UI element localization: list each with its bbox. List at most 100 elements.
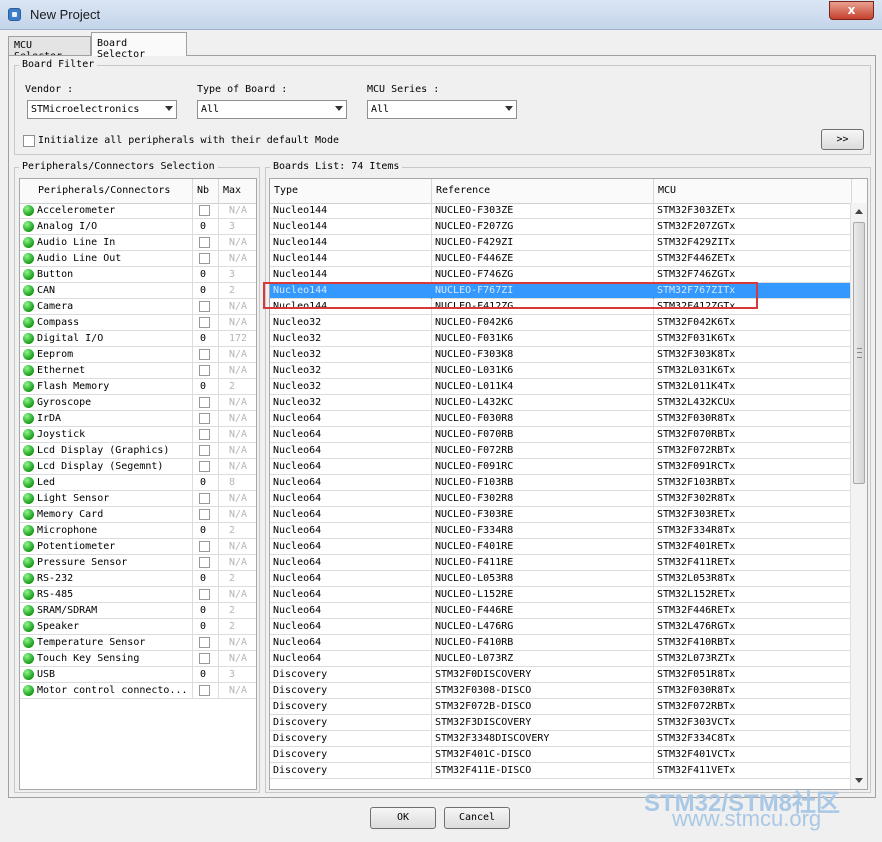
table-row[interactable]: RS-485 N/A [20,587,256,603]
table-row[interactable]: Discovery STM32F411E-DISCO STM32F411VETx [270,763,850,779]
peripheral-nb[interactable]: 0 [193,667,219,683]
boards-scrollbar[interactable] [850,203,867,789]
table-row[interactable]: Joystick N/A [20,427,256,443]
table-row[interactable]: Microphone 0 2 [20,523,256,539]
peripheral-nb[interactable]: 0 [193,603,219,619]
table-row[interactable]: Temperature Sensor N/A [20,635,256,651]
table-row[interactable]: Nucleo64 NUCLEO-F446RE STM32F446RETx [270,603,850,619]
col-mcu[interactable]: MCU [654,179,852,203]
table-row[interactable]: Nucleo64 NUCLEO-F072RB STM32F072RBTx [270,443,850,459]
peripheral-checkbox[interactable] [199,445,210,456]
peripheral-checkbox[interactable] [199,685,210,696]
table-row[interactable]: Analog I/O 0 3 [20,219,256,235]
peripheral-nb[interactable]: 0 [193,283,219,299]
table-row[interactable]: Camera N/A [20,299,256,315]
table-row[interactable]: Audio Line Out N/A [20,251,256,267]
table-row[interactable]: Lcd Display (Segemnt) N/A [20,459,256,475]
peripheral-checkbox[interactable] [199,301,210,312]
table-row[interactable]: Nucleo64 NUCLEO-F410RB STM32F410RBTx [270,635,850,651]
peripheral-nb[interactable]: 0 [193,219,219,235]
peripheral-checkbox[interactable] [199,317,210,328]
table-row[interactable]: CAN 0 2 [20,283,256,299]
table-row[interactable]: Nucleo64 NUCLEO-L073RZ STM32L073RZTx [270,651,850,667]
table-row[interactable]: Pressure Sensor N/A [20,555,256,571]
table-row[interactable]: Nucleo64 NUCLEO-F103RB STM32F103RBTx [270,475,850,491]
scroll-thumb[interactable] [853,222,865,484]
peripheral-checkbox[interactable] [199,637,210,648]
peripheral-nb[interactable]: 0 [193,475,219,491]
table-row[interactable]: Nucleo144 NUCLEO-F446ZE STM32F446ZETx [270,251,850,267]
peripheral-checkbox[interactable] [199,429,210,440]
table-row[interactable]: Gyroscope N/A [20,395,256,411]
col-reference[interactable]: Reference [432,179,654,203]
table-row[interactable]: Nucleo64 NUCLEO-F334R8 STM32F334R8Tx [270,523,850,539]
peripheral-nb[interactable] [193,315,219,331]
table-row[interactable]: Discovery STM32F0308-DISCO STM32F030R8Tx [270,683,850,699]
peripheral-nb[interactable] [193,555,219,571]
peripheral-nb[interactable]: 0 [193,619,219,635]
cancel-button[interactable]: Cancel [444,807,510,829]
peripheral-nb[interactable]: 0 [193,379,219,395]
table-row[interactable]: Nucleo32 NUCLEO-F031K6 STM32F031K6Tx [270,331,850,347]
vendor-dropdown[interactable]: STMicroelectronics [27,100,177,119]
ok-button[interactable]: OK [370,807,436,829]
peripheral-nb[interactable] [193,635,219,651]
peripheral-checkbox[interactable] [199,253,210,264]
peripheral-nb[interactable]: 0 [193,571,219,587]
col-nb[interactable]: Nb [193,179,219,203]
peripheral-nb[interactable] [193,683,219,699]
peripheral-nb[interactable] [193,651,219,667]
mcu-series-dropdown[interactable]: All [367,100,517,119]
peripheral-checkbox[interactable] [199,493,210,504]
peripheral-nb[interactable]: 0 [193,331,219,347]
peripheral-nb[interactable] [193,347,219,363]
peripheral-nb[interactable] [193,507,219,523]
table-row[interactable]: Lcd Display (Graphics) N/A [20,443,256,459]
peripheral-nb[interactable] [193,251,219,267]
table-row[interactable]: Nucleo64 NUCLEO-F070RB STM32F070RBTx [270,427,850,443]
peripheral-checkbox[interactable] [199,397,210,408]
peripheral-checkbox[interactable] [199,413,210,424]
table-row[interactable]: USB 0 3 [20,667,256,683]
tab-mcu-selector[interactable]: MCU Selector [8,36,91,62]
table-row[interactable]: Motor control connecto... N/A [20,683,256,699]
init-peripherals-checkbox[interactable] [23,135,35,147]
peripheral-nb[interactable] [193,203,219,219]
peripheral-nb[interactable] [193,427,219,443]
table-row[interactable]: Potentiometer N/A [20,539,256,555]
peripheral-nb[interactable] [193,363,219,379]
scroll-down-icon[interactable] [855,778,863,783]
table-row[interactable]: Digital I/O 0 172 [20,331,256,347]
peripheral-nb[interactable] [193,539,219,555]
expand-button[interactable]: >> [821,129,864,150]
col-type[interactable]: Type [270,179,432,203]
table-row[interactable]: Light Sensor N/A [20,491,256,507]
table-row[interactable]: Nucleo144 NUCLEO-F746ZG STM32F746ZGTx [270,267,850,283]
peripheral-nb[interactable] [193,459,219,475]
peripheral-checkbox[interactable] [199,205,210,216]
table-row[interactable]: Discovery STM32F401C-DISCO STM32F401VCTx [270,747,850,763]
table-row[interactable]: Nucleo64 NUCLEO-F303RE STM32F303RETx [270,507,850,523]
board-type-dropdown[interactable]: All [197,100,347,119]
table-row[interactable]: Accelerometer N/A [20,203,256,219]
peripheral-nb[interactable] [193,235,219,251]
table-row[interactable]: Nucleo32 NUCLEO-F042K6 STM32F042K6Tx [270,315,850,331]
table-row[interactable]: Discovery STM32F0DISCOVERY STM32F051R8Tx [270,667,850,683]
col-peripherals[interactable]: Peripherals/Connectors [20,179,193,203]
table-row[interactable]: Memory Card N/A [20,507,256,523]
table-row[interactable]: Nucleo64 NUCLEO-F091RC STM32F091RCTx [270,459,850,475]
table-row[interactable]: Discovery STM32F072B-DISCO STM32F072RBTx [270,699,850,715]
table-row[interactable]: Eeprom N/A [20,347,256,363]
table-row[interactable]: Nucleo32 NUCLEO-L432KC STM32L432KCUx [270,395,850,411]
peripheral-checkbox[interactable] [199,653,210,664]
table-row[interactable]: Nucleo64 NUCLEO-F030R8 STM32F030R8Tx [270,411,850,427]
peripheral-checkbox[interactable] [199,589,210,600]
table-row[interactable]: RS-232 0 2 [20,571,256,587]
peripheral-nb[interactable]: 0 [193,523,219,539]
table-row[interactable]: Nucleo32 NUCLEO-L031K6 STM32L031K6Tx [270,363,850,379]
table-row[interactable]: IrDA N/A [20,411,256,427]
table-row[interactable]: Speaker 0 2 [20,619,256,635]
table-row[interactable]: Audio Line In N/A [20,235,256,251]
peripheral-checkbox[interactable] [199,237,210,248]
peripheral-nb[interactable] [193,443,219,459]
